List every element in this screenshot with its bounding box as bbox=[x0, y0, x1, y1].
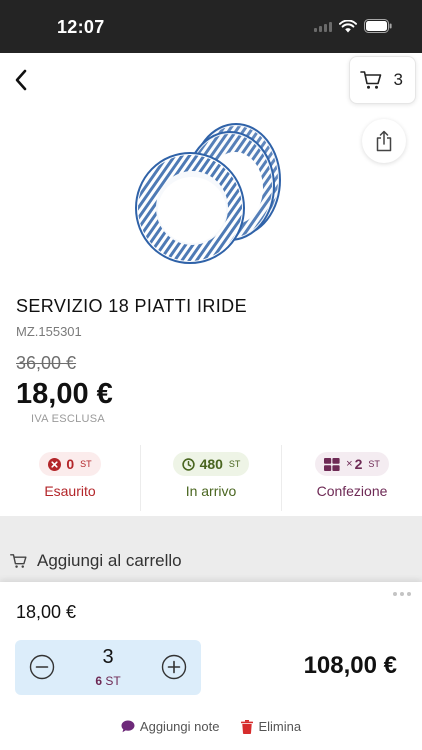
stock-label: Confezione bbox=[316, 483, 388, 499]
old-price: 36,00 € bbox=[16, 353, 77, 373]
delete-label: Elimina bbox=[258, 719, 302, 734]
share-button[interactable] bbox=[362, 119, 406, 163]
battery-icon bbox=[364, 19, 392, 33]
unit-price: 18,00 € bbox=[16, 602, 77, 622]
line-total: 108,00 € bbox=[303, 652, 397, 679]
back-button[interactable] bbox=[6, 65, 36, 95]
stock-label: Esaurito bbox=[44, 483, 96, 499]
stock-label: In arrivo bbox=[185, 483, 237, 499]
product-code: MZ.155301 bbox=[16, 324, 82, 339]
stock-package: × 2 ST Confezione bbox=[281, 445, 422, 511]
add-to-cart-button[interactable]: Aggiungi al carrello bbox=[0, 540, 422, 582]
add-notes-label: Aggiungi note bbox=[139, 719, 220, 734]
delete-button[interactable]: Elimina bbox=[241, 719, 301, 734]
plus-button[interactable] bbox=[161, 654, 187, 680]
stock-row: 0 ST Esaurito 480 ST In arrivo × 2 ST Co… bbox=[0, 445, 422, 511]
product-image bbox=[135, 123, 281, 264]
stock-pill: 0 ST bbox=[39, 452, 101, 476]
stock-prefix: × bbox=[346, 458, 353, 470]
add-notes-button[interactable]: Aggiungi note bbox=[121, 719, 220, 734]
trash-icon bbox=[241, 719, 254, 734]
wifi-icon bbox=[339, 19, 357, 32]
cart-icon bbox=[10, 554, 27, 568]
status-bar: 12:07 bbox=[0, 0, 422, 53]
cellular-signal-icon bbox=[314, 21, 332, 32]
product-title: SERVIZIO 18 PIATTI IRIDE bbox=[16, 296, 247, 316]
stock-pill: 480 ST bbox=[172, 452, 250, 476]
stock-incoming: 480 ST In arrivo bbox=[140, 445, 281, 511]
chat-bubble-icon bbox=[121, 720, 135, 733]
chevron-left-icon bbox=[15, 69, 27, 91]
cart-button[interactable]: 3 bbox=[349, 56, 416, 104]
share-icon bbox=[376, 130, 392, 152]
stock-pill: × 2 ST bbox=[315, 452, 389, 476]
more-options-icon[interactable] bbox=[393, 592, 411, 596]
cart-icon bbox=[360, 71, 382, 89]
stock-unit: ST bbox=[368, 459, 380, 469]
pieces-unit: ST bbox=[105, 674, 121, 688]
clock-icon bbox=[181, 457, 195, 471]
stock-value: 0 bbox=[66, 456, 75, 472]
pieces-value: 6 bbox=[95, 674, 102, 688]
stock-unit: ST bbox=[80, 459, 92, 469]
vat-note: IVA ESCLUSA bbox=[31, 413, 106, 425]
quantity-stepper: 3 6 ST bbox=[15, 640, 201, 695]
status-icons bbox=[314, 19, 392, 33]
x-circle-icon bbox=[48, 457, 62, 471]
boxes-icon bbox=[324, 457, 340, 471]
line-actions: Aggiungi note Elimina bbox=[0, 719, 422, 734]
cart-line-panel: 18,00 € 3 6 ST 108,00 € Aggiungi note El… bbox=[0, 582, 422, 750]
stock-value: 480 bbox=[199, 456, 223, 472]
status-time: 12:07 bbox=[57, 17, 105, 37]
stock-unit: ST bbox=[228, 459, 241, 469]
stock-out-of-stock: 0 ST Esaurito bbox=[0, 445, 140, 511]
price: 18,00 € bbox=[16, 378, 113, 410]
cart-count: 3 bbox=[393, 70, 403, 89]
add-to-cart-label: Aggiungi al carrello bbox=[37, 551, 182, 570]
stock-value: 2 bbox=[354, 456, 363, 472]
